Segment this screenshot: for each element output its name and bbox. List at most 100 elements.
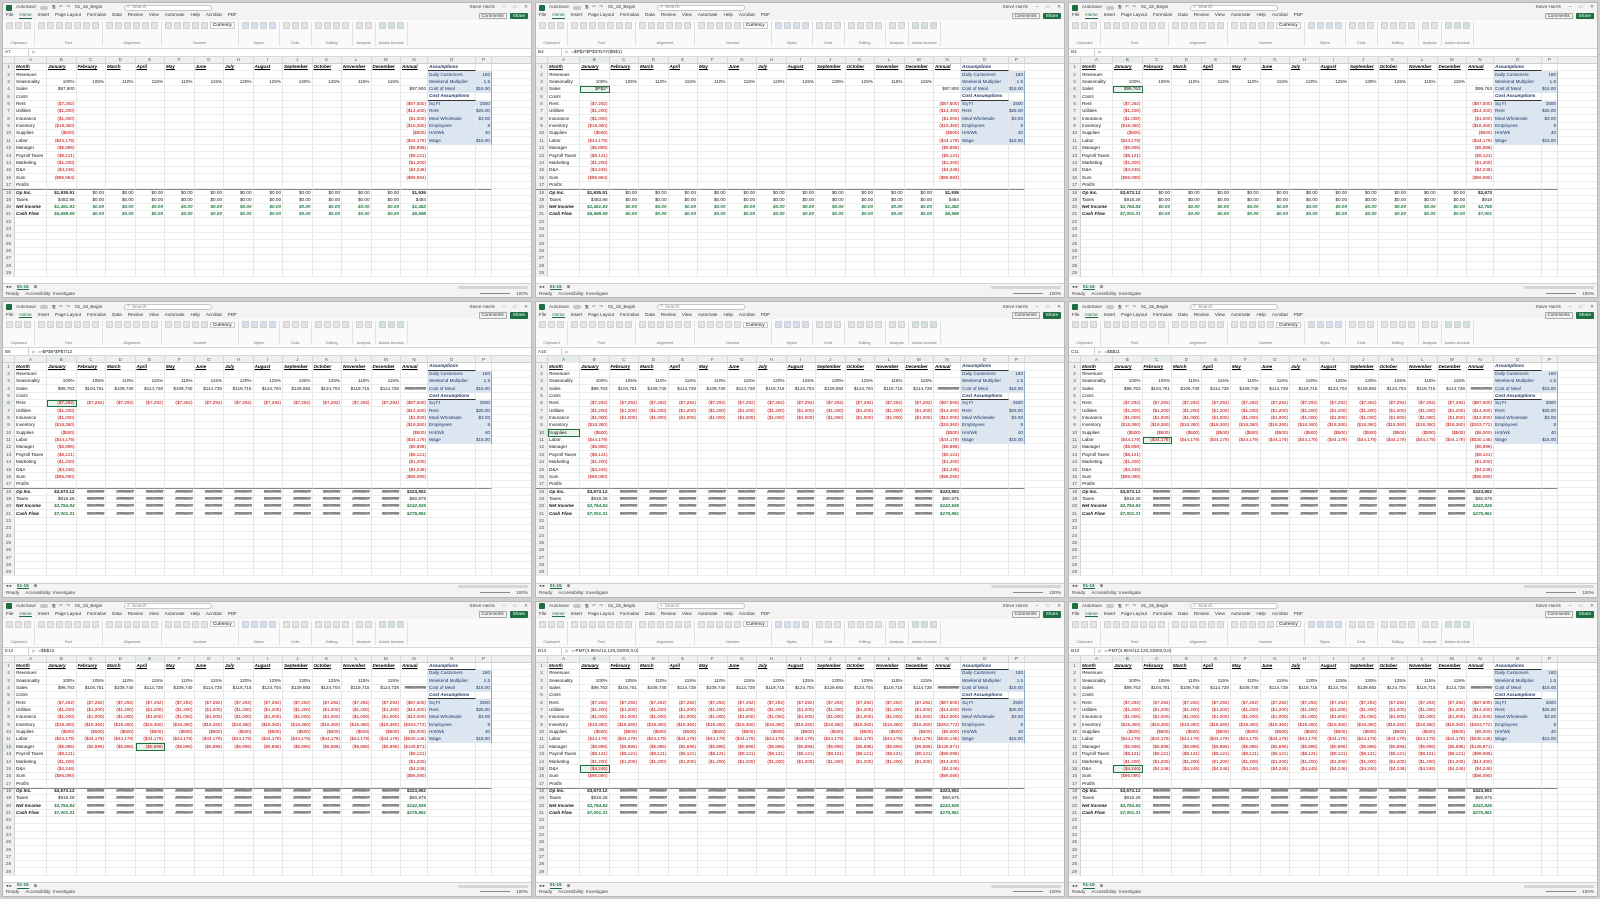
cell-g3[interactable]: 115% — [728, 78, 757, 87]
cell-g22[interactable] — [195, 218, 224, 226]
column-header-p[interactable]: P — [476, 655, 492, 663]
cell-l5[interactable] — [875, 392, 905, 401]
ribbon-command-icon[interactable] — [124, 321, 131, 329]
cell-f16[interactable] — [698, 473, 728, 481]
cell-p19[interactable] — [476, 495, 492, 503]
ribbon-command-icon[interactable] — [291, 620, 299, 628]
menu-insert[interactable]: Insert — [1104, 312, 1116, 319]
cell-g2[interactable] — [728, 670, 757, 678]
cell-o13[interactable] — [961, 152, 1009, 160]
cell-f4[interactable]: $109,740 — [165, 684, 195, 693]
cell-g10[interactable] — [195, 429, 224, 437]
cell-d27[interactable] — [106, 853, 136, 861]
cell-c10[interactable]: ($500) — [610, 728, 639, 737]
cell-b7[interactable]: ($1,200) — [1113, 108, 1143, 116]
cell-k10[interactable]: ($500) — [313, 728, 342, 737]
cell-b11[interactable]: ($44,179) — [47, 736, 77, 744]
cell-o14[interactable] — [1494, 458, 1542, 467]
cell-h16[interactable] — [1290, 473, 1320, 481]
cell-g11[interactable] — [1261, 137, 1290, 145]
cell-p23[interactable] — [1009, 524, 1025, 533]
cell-a9[interactable]: Inventory — [1081, 422, 1113, 430]
ribbon-command-icon[interactable] — [1453, 22, 1461, 29]
cell-d15[interactable] — [106, 466, 136, 474]
cell-c14[interactable] — [610, 159, 639, 167]
cell-f26[interactable] — [698, 546, 728, 555]
ribbon-command-icon[interactable] — [1407, 321, 1415, 329]
cell-o25[interactable] — [1494, 539, 1542, 547]
ribbon-command-icon[interactable] — [151, 321, 158, 329]
ribbon-command-icon[interactable] — [707, 22, 714, 29]
cell-n25[interactable] — [1467, 539, 1494, 547]
cell-b2[interactable] — [580, 71, 610, 79]
cell-p27[interactable] — [476, 554, 492, 562]
add-sheet-icon[interactable]: ⊕ — [1100, 584, 1104, 589]
cell-j4[interactable]: $129,692 — [816, 684, 846, 693]
cell-p21[interactable] — [1542, 510, 1558, 518]
cell-i15[interactable] — [1320, 466, 1349, 474]
cell-a23[interactable] — [548, 225, 580, 233]
cell-d8[interactable]: ($1,000) — [639, 714, 669, 722]
cell-f4[interactable] — [165, 86, 195, 94]
cell-n27[interactable] — [934, 254, 961, 263]
cell-e3[interactable]: 115% — [669, 677, 698, 685]
cell-m12[interactable] — [372, 144, 401, 153]
sheet-tab[interactable]: 01-15 — [1082, 583, 1095, 590]
cell-h1[interactable]: July — [224, 662, 254, 670]
cell-j13[interactable] — [816, 152, 846, 160]
cell-g5[interactable] — [728, 692, 757, 700]
cell-o14[interactable] — [961, 758, 1009, 766]
cell-b26[interactable] — [47, 846, 77, 854]
ribbon-command-icon[interactable] — [539, 620, 546, 628]
ribbon-command-icon[interactable] — [847, 620, 855, 628]
cell-b21[interactable]: $7,001.31 — [47, 809, 77, 817]
cell-h17[interactable] — [1290, 480, 1320, 489]
cell-m26[interactable] — [372, 247, 401, 255]
cell-a21[interactable]: Cash Flow — [1081, 510, 1113, 518]
cell-n17[interactable] — [1467, 181, 1494, 189]
row-number[interactable]: 15 — [1069, 166, 1081, 175]
cell-a12[interactable]: Manager — [15, 444, 47, 452]
cell-p17[interactable] — [1009, 480, 1025, 489]
cell-m1[interactable]: December — [1438, 64, 1467, 72]
cell-c2[interactable] — [610, 370, 639, 379]
row-number[interactable]: 5 — [3, 93, 15, 101]
cell-d4[interactable] — [639, 86, 669, 94]
row-number[interactable]: 9 — [536, 422, 548, 430]
cell-n13[interactable]: ($8,121) — [401, 451, 428, 459]
fx-icon[interactable]: fx — [562, 648, 571, 654]
cell-i19[interactable]: ######## — [254, 794, 283, 803]
cell-b19[interactable]: $918.28 — [47, 495, 77, 503]
cell-a8[interactable]: Insurance — [548, 414, 580, 423]
cell-m18[interactable]: $0.00 — [371, 188, 401, 197]
cell-d15[interactable] — [639, 166, 669, 175]
cell-j15[interactable] — [283, 765, 313, 773]
column-header-c[interactable]: C — [1142, 356, 1172, 364]
row-number[interactable]: 3 — [1069, 378, 1081, 386]
cell-h7[interactable] — [224, 407, 254, 415]
cell-h11[interactable] — [224, 137, 254, 145]
cell-c17[interactable] — [610, 480, 639, 489]
cell-e21[interactable]: ######## — [136, 809, 165, 817]
cell-b23[interactable] — [580, 524, 610, 533]
cell-f2[interactable] — [1231, 71, 1261, 79]
cell-j8[interactable]: ($1,000) — [1349, 414, 1379, 423]
cell-m24[interactable] — [372, 232, 401, 241]
ribbon-command-icon[interactable] — [291, 22, 299, 29]
cell-h2[interactable] — [757, 670, 787, 678]
cell-n19[interactable]: $80,975 — [401, 495, 428, 503]
cell-e3[interactable]: 115% — [1202, 78, 1231, 87]
column-header-i[interactable]: I — [254, 57, 283, 64]
row-number[interactable]: 27 — [536, 254, 548, 263]
cell-f11[interactable]: ($44,179) — [1231, 436, 1261, 445]
row-number[interactable]: 3 — [3, 78, 15, 87]
ribbon-command-icon[interactable] — [300, 22, 308, 29]
add-sheet-icon[interactable]: ⊕ — [34, 883, 38, 889]
cell-o10[interactable]: Hrs/Wk — [961, 130, 1009, 138]
ribbon-command-icon[interactable] — [1113, 22, 1120, 29]
cell-k11[interactable] — [313, 436, 342, 445]
cell-j4[interactable] — [816, 86, 846, 94]
cell-b14[interactable]: ($1,200) — [580, 159, 610, 167]
cell-j14[interactable] — [283, 458, 313, 467]
cell-e4[interactable]: $114,728 — [669, 385, 698, 393]
